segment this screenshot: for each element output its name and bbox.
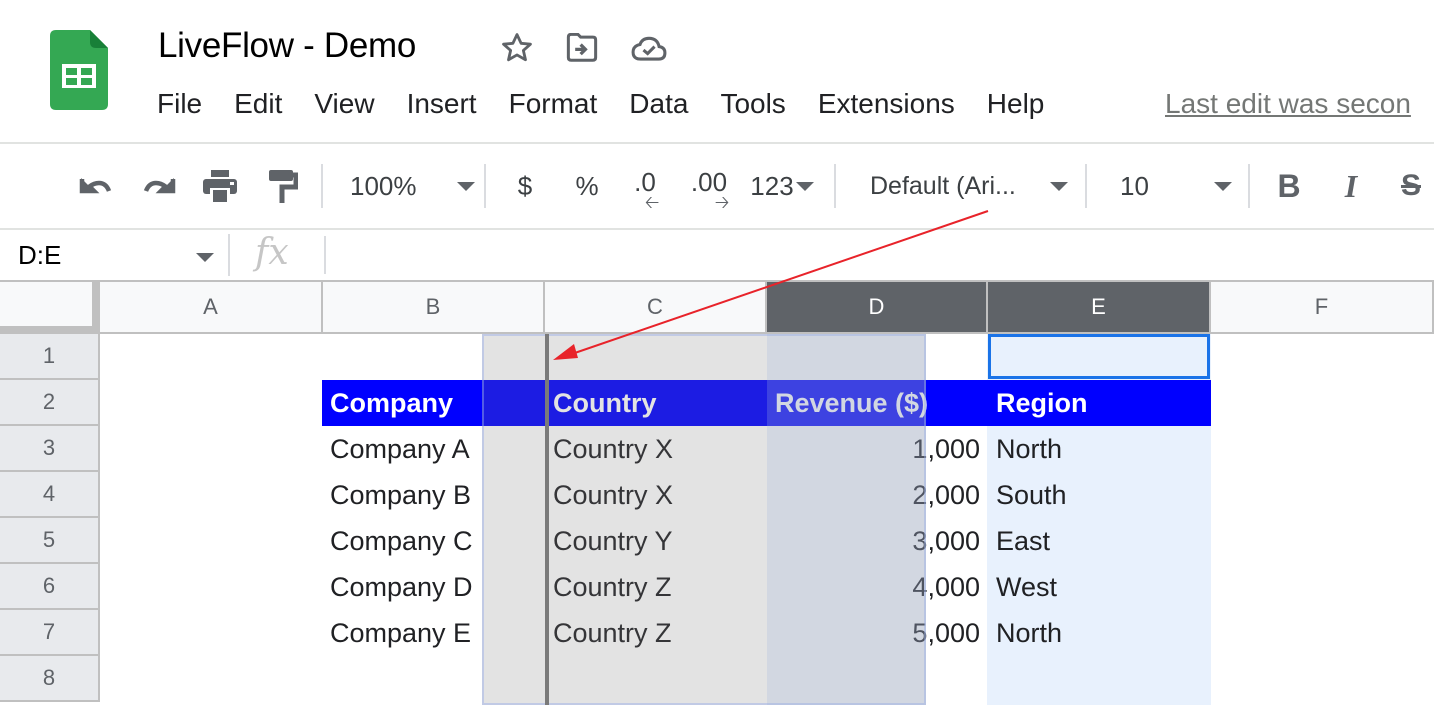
more-formats-label: 123: [750, 170, 794, 201]
chevron-down-icon[interactable]: [196, 253, 214, 262]
menu-data[interactable]: Data: [629, 88, 688, 120]
name-box-value: D:E: [18, 240, 62, 270]
row-header[interactable]: 7: [0, 610, 100, 656]
toolbar-separator: [1085, 164, 1087, 208]
column-header-c[interactable]: C: [545, 280, 767, 334]
row-header[interactable]: 5: [0, 518, 100, 564]
active-cell-e1[interactable]: [988, 334, 1210, 379]
paint-format-icon[interactable]: [262, 144, 302, 228]
freeze-row-handle[interactable]: [0, 326, 100, 334]
fx-icon: fx: [255, 232, 289, 273]
toolbar: 100% $ % .0 🡠 .00 🡢 123 Default (Ari... …: [0, 144, 1434, 228]
row-header[interactable]: 8: [0, 656, 100, 702]
menu-help[interactable]: Help: [987, 88, 1045, 120]
increase-decimal-button[interactable]: .00 🡢: [684, 144, 734, 228]
menu-format[interactable]: Format: [509, 88, 598, 120]
undo-icon[interactable]: [74, 144, 118, 228]
column-header-f[interactable]: F: [1211, 280, 1434, 334]
menu-view[interactable]: View: [314, 88, 374, 120]
format-currency-button[interactable]: $: [508, 144, 542, 228]
menu-edit[interactable]: Edit: [234, 88, 282, 120]
last-edit-link[interactable]: Last edit was secon: [1165, 88, 1411, 120]
formula-separator: [324, 236, 326, 274]
row-header[interactable]: 1: [0, 334, 100, 380]
print-icon[interactable]: [198, 144, 242, 228]
column-header-d[interactable]: D: [767, 280, 988, 334]
menu-file[interactable]: File: [157, 88, 202, 120]
chevron-down-icon: [457, 181, 475, 191]
menu-extensions[interactable]: Extensions: [818, 88, 955, 120]
arrow-left-icon: 🡠: [644, 192, 660, 212]
format-percent-button[interactable]: %: [570, 144, 604, 228]
font-family-select[interactable]: Default (Ari...: [870, 144, 1068, 228]
bold-button[interactable]: B: [1272, 144, 1306, 228]
menu-tools[interactable]: Tools: [720, 88, 785, 120]
italic-button[interactable]: I: [1334, 144, 1368, 228]
google-sheets-logo[interactable]: [50, 30, 108, 110]
table-header-region[interactable]: Region: [988, 380, 1211, 426]
menu-bar: File Edit View Insert Format Data Tools …: [157, 88, 1076, 120]
cell-region[interactable]: East: [988, 518, 1211, 564]
zoom-select[interactable]: 100%: [350, 144, 475, 228]
chevron-down-icon: [1214, 181, 1232, 191]
drop-position-indicator: [545, 334, 549, 705]
cloud-saved-icon[interactable]: [631, 30, 667, 66]
formula-input[interactable]: [330, 230, 1430, 280]
star-icon[interactable]: [499, 30, 535, 66]
font-size-value: 10: [1120, 170, 1149, 201]
font-size-select[interactable]: 10: [1120, 144, 1232, 228]
freeze-column-handle[interactable]: [92, 282, 100, 332]
chevron-down-icon: [795, 181, 814, 191]
cell-region[interactable]: North: [988, 610, 1211, 656]
document-title[interactable]: LiveFlow - Demo: [158, 26, 416, 66]
row-header[interactable]: 4: [0, 472, 100, 518]
cell-region[interactable]: West: [988, 564, 1211, 610]
strikethrough-button[interactable]: S: [1394, 144, 1428, 228]
formula-separator: [228, 234, 230, 276]
move-to-folder-icon[interactable]: [564, 30, 600, 66]
row-header[interactable]: 3: [0, 426, 100, 472]
cell-region[interactable]: South: [988, 472, 1211, 518]
column-header-e[interactable]: E: [988, 280, 1211, 334]
arrow-right-icon: 🡢: [714, 192, 730, 212]
toolbar-separator: [834, 164, 836, 208]
row-header[interactable]: 6: [0, 564, 100, 610]
column-header-a[interactable]: A: [100, 280, 323, 334]
column-drag-ghost-inner: [767, 334, 926, 705]
chevron-down-icon: [1050, 181, 1068, 191]
more-formats-button[interactable]: 123: [746, 144, 818, 228]
row-header[interactable]: 2: [0, 380, 100, 426]
toolbar-separator: [1248, 164, 1250, 208]
zoom-value: 100%: [350, 170, 417, 201]
toolbar-separator: [484, 164, 486, 208]
menu-insert[interactable]: Insert: [407, 88, 477, 120]
decrease-decimal-button[interactable]: .0 🡠: [623, 144, 667, 228]
toolbar-separator: [321, 164, 323, 208]
font-family-value: Default (Ari...: [870, 171, 1016, 200]
column-header-b[interactable]: B: [323, 280, 545, 334]
cell-region[interactable]: North: [988, 426, 1211, 472]
redo-icon[interactable]: [137, 144, 181, 228]
